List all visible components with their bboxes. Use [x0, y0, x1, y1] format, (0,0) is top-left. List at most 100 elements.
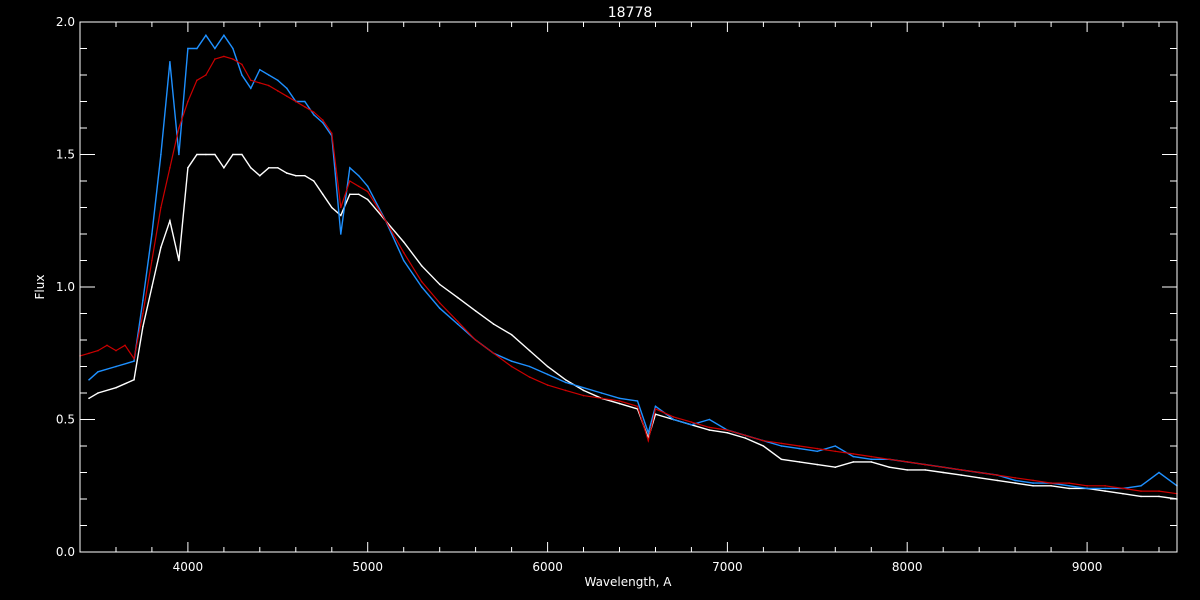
series-3-point [115, 349, 117, 352]
series-2-point [510, 360, 513, 363]
chart-background [0, 0, 1200, 600]
series-1-point [744, 437, 747, 439]
series-2-point [1032, 482, 1034, 484]
series-2-point [115, 365, 117, 368]
y-tick-label: 0.5 [56, 413, 75, 427]
series-1-point [438, 283, 441, 286]
series-1-point [780, 458, 783, 461]
series-1-point [1104, 490, 1106, 492]
series-3-point [582, 394, 585, 397]
series-1-point [762, 445, 765, 447]
series-2-point [304, 100, 306, 103]
series-3-point [97, 349, 99, 352]
series-1-point [726, 432, 729, 434]
series-2-point [322, 121, 324, 124]
series-2-point [169, 61, 171, 63]
series-2-point [708, 418, 711, 421]
series-3-point [600, 397, 603, 400]
series-2-point [528, 365, 531, 368]
y-tick-label: 2.0 [56, 15, 75, 29]
series-2-point [133, 360, 135, 363]
series-1-point [223, 167, 225, 169]
series-3-point [528, 376, 531, 378]
series-2-point [618, 397, 621, 400]
series-3-point [888, 458, 891, 461]
chart-title: 18778 [608, 5, 653, 21]
y-tick-label: 0.0 [56, 545, 75, 559]
series-1-point [456, 296, 459, 299]
series-3-point [744, 434, 747, 437]
series-2-point [647, 432, 650, 434]
series-3-point [654, 408, 657, 410]
y-axis-label: Flux [33, 275, 47, 300]
series-2-point [654, 405, 657, 408]
series-3-point [1140, 490, 1142, 492]
series-2-point [402, 259, 405, 262]
series-1-point [88, 397, 90, 400]
series-1-point [340, 214, 342, 217]
series-1-point [420, 265, 423, 267]
series-2-point [456, 323, 459, 325]
series-1-point [151, 286, 153, 288]
series-1-point [313, 180, 315, 182]
series-3-point [169, 167, 171, 169]
x-axis-label: Wavelength, A [584, 575, 672, 589]
series-1-point [205, 153, 207, 156]
series-3-point [187, 100, 189, 103]
series-3-point [780, 442, 783, 445]
series-3-point [492, 352, 495, 355]
series-1-point [268, 167, 270, 169]
x-tick-label: 7000 [712, 560, 743, 574]
series-2-point [250, 87, 252, 90]
series-3-point [1086, 485, 1088, 487]
series-1-point [1050, 485, 1052, 487]
series-2-point [88, 379, 90, 381]
series-3-point [268, 84, 270, 87]
series-1-point [618, 402, 621, 405]
series-2-point [286, 87, 288, 90]
series-1-point [582, 389, 585, 392]
series-1-point [474, 310, 477, 312]
series-1-point [196, 153, 198, 156]
series-3-point [978, 471, 980, 474]
series-1-point [304, 174, 306, 177]
series-2-point [834, 445, 837, 447]
series-1-point [250, 167, 252, 169]
y-tick-label: 1.0 [56, 280, 75, 294]
series-1-point [546, 365, 549, 368]
series-3-point [1050, 482, 1052, 484]
series-2-point [259, 68, 261, 71]
series-3-point [672, 416, 675, 418]
series-3-point [304, 106, 306, 108]
series-3-point [942, 466, 944, 469]
series-3-point [178, 127, 180, 129]
series-3-point [286, 95, 288, 97]
series-1-point [816, 463, 819, 466]
x-tick-label: 5000 [352, 560, 383, 574]
series-3-point [456, 320, 459, 323]
series-3-point [232, 58, 234, 60]
series-2-point [1014, 479, 1016, 482]
series-1-point [331, 206, 333, 209]
series-3-point [1068, 482, 1070, 484]
series-3-point [726, 429, 729, 431]
series-3-point [214, 58, 216, 60]
series-3-point [510, 365, 513, 368]
series-3-point [295, 100, 297, 103]
series-3-point [996, 474, 998, 476]
series-3-point [1104, 485, 1106, 487]
series-1-point [510, 333, 513, 336]
series-2-point [438, 307, 441, 310]
series-2-point [313, 114, 315, 116]
series-3-point [420, 280, 423, 283]
series-1-point [142, 326, 144, 328]
series-3-point [564, 389, 567, 392]
series-1-point [169, 220, 171, 222]
series-3-point [196, 79, 198, 82]
series-3-point [798, 445, 801, 447]
x-tick-label: 9000 [1072, 560, 1103, 574]
series-3-point [384, 220, 387, 222]
series-3-point [1158, 490, 1160, 492]
series-3-point [690, 421, 693, 423]
series-2-point [1158, 471, 1160, 474]
